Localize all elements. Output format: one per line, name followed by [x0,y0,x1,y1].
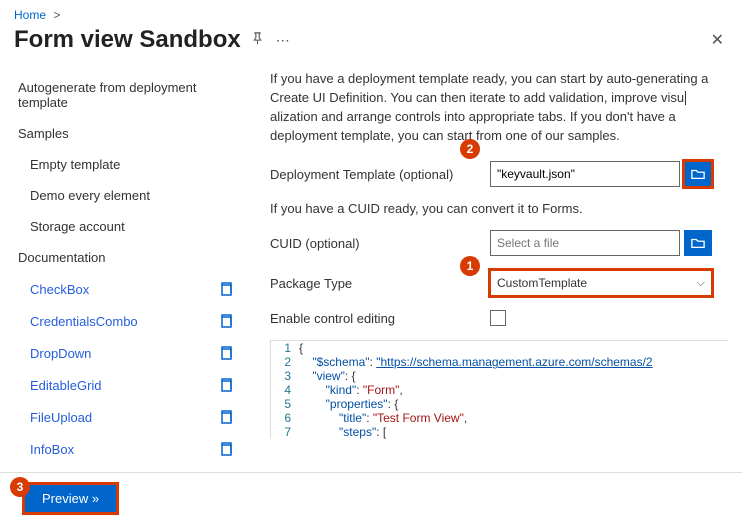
sidebar-samples-header: Samples [14,118,252,149]
cuid-browse[interactable] [684,230,712,256]
pin-icon[interactable] [251,32,264,48]
code-editor[interactable]: 1{ 2 "$schema": "https://schema.manageme… [270,340,728,439]
footer: 3 Preview » [0,472,742,524]
preview-button[interactable]: Preview » [24,484,117,513]
sidebar-sample-demo[interactable]: Demo every element [14,180,252,211]
package-type-select[interactable]: CustomTemplate ⌵ [490,270,712,296]
cuid-input[interactable] [490,230,680,256]
callout-2: 2 [460,139,480,159]
breadcrumb-home[interactable]: Home [14,8,46,22]
sidebar-sample-storage[interactable]: Storage account [14,211,252,242]
sidebar: Autogenerate from deployment template Sa… [0,64,252,472]
callout-1: 1 [460,256,480,276]
page-title: Form view Sandbox [14,26,241,54]
sidebar-sample-empty[interactable]: Empty template [14,149,252,180]
sidebar-autogen[interactable]: Autogenerate from deployment template [14,72,252,118]
deploy-template-label: Deployment Template (optional) [270,167,490,182]
cuid-note: If you have a CUID ready, you can conver… [270,201,728,216]
intro-text: If you have a deployment template ready,… [270,70,728,145]
breadcrumb-sep: > [53,8,60,22]
cuid-label: CUID (optional) [270,236,490,251]
sidebar-doc-credentials[interactable]: CredentialsCombo [14,305,252,337]
sidebar-doc-infobox[interactable]: InfoBox [14,433,252,465]
sidebar-doc-fileupload[interactable]: FileUpload [14,401,252,433]
copy-icon[interactable] [218,281,234,297]
close-icon[interactable]: ✕ [707,26,728,54]
more-icon[interactable]: ⋯ [276,32,291,49]
breadcrumb: Home > [0,0,742,24]
copy-icon[interactable] [218,345,234,361]
sidebar-doc-editablegrid[interactable]: EditableGrid [14,369,252,401]
copy-icon[interactable] [218,441,234,457]
sidebar-doc-dropdown[interactable]: DropDown [14,337,252,369]
enable-editing-label: Enable control editing [270,311,490,326]
copy-icon[interactable] [218,313,234,329]
copy-icon[interactable] [218,409,234,425]
enable-editing-checkbox[interactable] [490,310,506,326]
header: Form view Sandbox ⋯ ✕ [0,24,742,64]
deploy-template-browse[interactable] [684,161,712,187]
callout-3: 3 [10,477,30,497]
sidebar-docs-header: Documentation [14,242,252,273]
chevron-down-icon: ⌵ [697,277,705,290]
copy-icon[interactable] [218,377,234,393]
package-type-label: Package Type [270,276,490,291]
deploy-template-input[interactable] [490,161,680,187]
main: If you have a deployment template ready,… [252,64,742,472]
sidebar-doc-checkbox[interactable]: CheckBox [14,273,252,305]
